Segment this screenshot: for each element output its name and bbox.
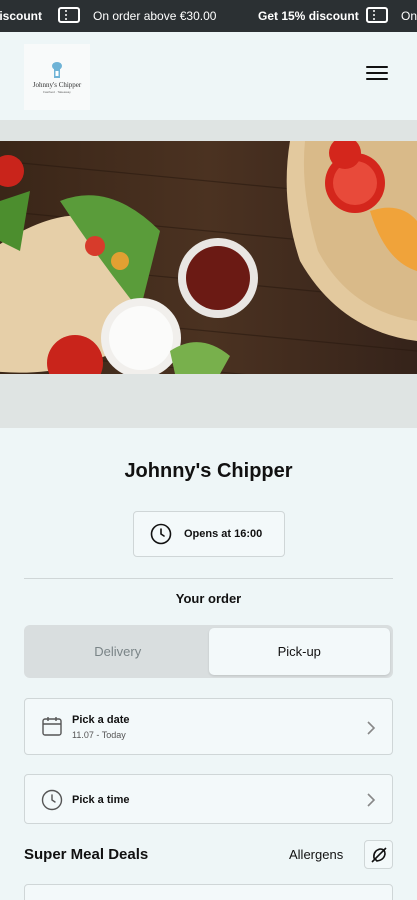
your-order-heading: Your order: [175, 591, 242, 606]
pick-time-row[interactable]: Pick a time: [24, 774, 393, 824]
ticket-icon: [58, 7, 80, 23]
pick-date-label: Pick a date: [72, 714, 130, 726]
restaurant-name: Johnny's Chipper: [124, 460, 293, 482]
logo-name: Johnny's Chipper: [32, 80, 82, 89]
logo-sub: Fastfood · Takeaway: [43, 89, 71, 94]
delivery-option[interactable]: Delivery: [27, 628, 209, 675]
allergens-button[interactable]: [364, 840, 393, 869]
opens-label: Opens at 16:00: [184, 528, 263, 540]
hamburger-menu-icon[interactable]: [366, 66, 388, 84]
header: Johnny's Chipper Fastfood · Takeaway: [0, 32, 417, 120]
promo-text-2: On order above €30.00: [93, 9, 217, 23]
calendar-icon: [42, 717, 62, 736]
clock-icon: [41, 789, 63, 811]
pickup-option[interactable]: Pick-up: [208, 628, 390, 675]
chef-hat-logo-icon: [52, 61, 62, 78]
promo-text-1: discount: [0, 9, 42, 23]
promo-banner: discount On order above €30.00 Get 15% d…: [0, 0, 417, 32]
pick-date-value: 11.07 - Today: [72, 730, 126, 740]
no-allergen-icon: [370, 846, 387, 863]
opening-hours-badge: Opens at 16:00: [133, 511, 285, 557]
hero-image: [0, 141, 417, 374]
promo-text-4: On: [401, 9, 417, 23]
pick-date-row[interactable]: Pick a date 11.07 - Today: [24, 698, 393, 755]
pick-time-label: Pick a time: [72, 794, 130, 806]
promo-text-3: Get 15% discount: [258, 9, 359, 23]
chevron-right-icon: [367, 721, 376, 735]
chevron-right-icon: [367, 793, 376, 807]
clock-icon: [150, 523, 172, 545]
menu-section-title: Super Meal Deals: [24, 846, 149, 863]
ticket-icon: [366, 7, 388, 23]
allergens-link[interactable]: Allergens: [289, 847, 343, 862]
logo[interactable]: Johnny's Chipper Fastfood · Takeaway: [24, 44, 90, 110]
hero-section: [0, 120, 417, 428]
divider: [24, 578, 393, 579]
order-mode-toggle: Delivery Pick-up: [24, 625, 393, 678]
menu-item-card[interactable]: [24, 884, 393, 900]
